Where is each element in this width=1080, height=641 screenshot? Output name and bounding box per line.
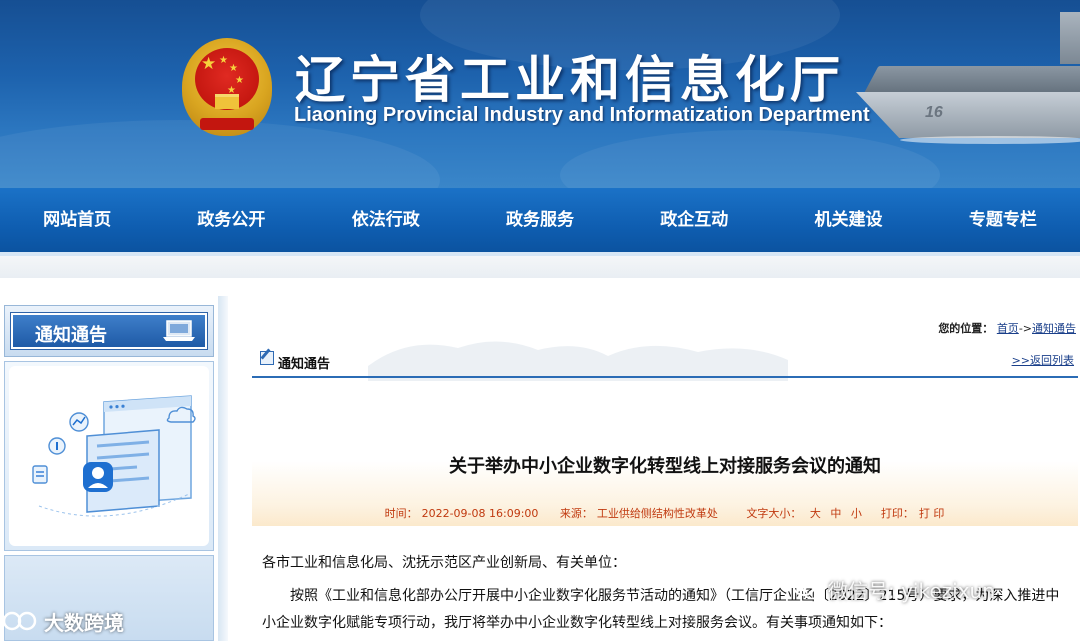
section-title: 通知通告	[278, 357, 331, 372]
article-header: 关于举办中小企业数字化转型线上对接服务会议的通知 时间： 2022-09-08 1…	[252, 382, 1078, 526]
breadcrumb: 您的位置： 首页->通知通告	[938, 320, 1076, 336]
back-to-list-link[interactable]: >>返回列表	[1012, 352, 1074, 368]
header-banner: ★ ★ ★ ★ ★ 辽宁省工业和信息化厅 Liaoning Provincial…	[0, 0, 1080, 188]
nav-item-agency-building[interactable]: 机关建设	[771, 188, 925, 252]
nav-item-interaction[interactable]: 政企互动	[617, 188, 771, 252]
article-meta: 时间： 2022-09-08 16:09:00 来源： 工业供给侧结构性改革处 文字…	[252, 505, 1078, 521]
sidebar: 通知通告	[4, 305, 214, 641]
breadcrumb-label: 您的位置：	[938, 322, 994, 335]
star-icon: ★	[201, 54, 217, 74]
nav-item-law-administration[interactable]: 依法行政	[309, 188, 463, 252]
emblem-ribbon	[200, 118, 254, 130]
nav-item-special-topics[interactable]: 专题专栏	[926, 188, 1080, 252]
font-size-large-button[interactable]: 大	[810, 507, 821, 520]
print-label: 打印：	[880, 507, 914, 520]
font-size-small-button[interactable]: 小	[851, 507, 862, 520]
user-avatar-icon	[83, 462, 113, 492]
time-label: 时间：	[384, 507, 418, 520]
tiananmen-icon	[215, 94, 239, 109]
article-title: 关于举办中小企业数字化转型线上对接服务会议的通知	[449, 456, 881, 477]
laptop-icon	[163, 320, 195, 341]
sidebar-title: 通知通告	[35, 325, 107, 346]
edit-icon	[260, 351, 274, 365]
chart-icon	[69, 412, 89, 432]
print-button[interactable]: 打 印	[919, 507, 945, 520]
nav-item-gov-services[interactable]: 政务服务	[463, 188, 617, 252]
watermark-left: 大数跨境	[0, 604, 124, 638]
watermark-right-text: 微信号: yikezixun	[828, 578, 995, 603]
star-icon: ★	[219, 55, 228, 66]
watermark-left-text: 大数跨境	[44, 610, 124, 635]
carrier-island	[1060, 12, 1080, 64]
breadcrumb-home-link[interactable]: 首页	[997, 322, 1019, 335]
site-title-cn: 辽宁省工业和信息化厅	[295, 51, 845, 109]
aircraft-carrier-image	[856, 92, 1080, 138]
publish-time: 2022-09-08 16:09:00	[421, 507, 539, 520]
breadcrumb-current-link[interactable]: 通知通告	[1032, 322, 1076, 335]
font-size-label: 文字大小：	[746, 507, 802, 520]
info-icon	[48, 437, 66, 455]
section-header: 通知通告 >>返回列表	[252, 346, 1078, 378]
dashu-logo-icon	[2, 611, 37, 631]
site-title-en: Liaoning Provincial Industry and Informa…	[294, 104, 870, 126]
nav-item-home[interactable]: 网站首页	[0, 188, 154, 252]
source-label: 来源：	[559, 507, 593, 520]
main-nav: 网站首页 政务公开 依法行政 政务服务 政企互动 机关建设 专题专栏	[0, 188, 1080, 256]
file-icon	[32, 465, 48, 484]
notice-illustration	[9, 366, 209, 546]
breadcrumb-separator: ->	[1018, 322, 1032, 335]
font-size-medium-button[interactable]: 中	[830, 507, 841, 520]
wechat-icon	[793, 578, 821, 600]
sub-bar	[0, 256, 1080, 278]
article-source: 工业供给侧结构性改革处	[596, 507, 718, 520]
sidebar-illustration-panel	[4, 361, 214, 551]
national-emblem-logo: ★ ★ ★ ★ ★	[182, 38, 272, 136]
sidebar-header: 通知通告	[4, 305, 214, 357]
star-icon: ★	[235, 75, 244, 86]
carrier-number: 16	[925, 104, 943, 121]
carrier-wake	[900, 136, 1080, 144]
content-border	[218, 296, 228, 641]
wave-decoration	[560, 130, 940, 188]
nav-item-gov-affairs-open[interactable]: 政务公开	[154, 188, 308, 252]
sidebar-title-bar: 通知通告	[11, 313, 207, 349]
watermark-right: 微信号: yikezixun	[792, 572, 995, 606]
